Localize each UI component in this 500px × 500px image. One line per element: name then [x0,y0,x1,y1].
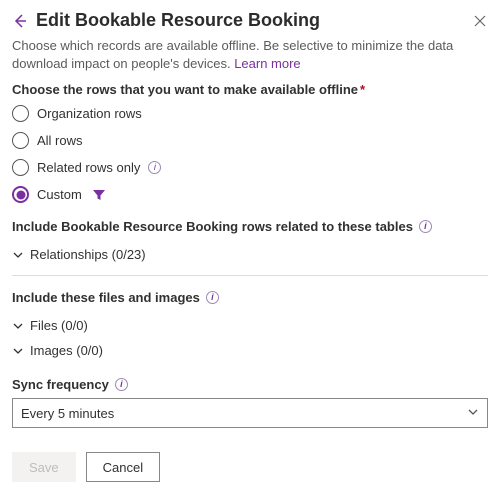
images-label: Images (0/0) [30,343,103,358]
files-expander[interactable]: Files (0/0) [12,313,488,338]
rows-radio-group: Organization rows All rows Related rows … [12,105,488,203]
files-images-label: Include these files and images i [12,290,488,305]
sync-frequency-select[interactable]: Every 5 minutes [12,398,488,428]
related-tables-label: Include Bookable Resource Booking rows r… [12,219,488,234]
files-images-label-text: Include these files and images [12,290,200,305]
edit-panel: Edit Bookable Resource Booking Choose wh… [0,0,500,482]
radio-label-organization[interactable]: Organization rows [37,106,142,121]
radio-organization[interactable] [12,105,29,122]
panel-description-text: Choose which records are available offli… [12,38,453,71]
chevron-down-icon [12,249,24,261]
radio-related[interactable] [12,159,29,176]
required-star: * [360,82,365,97]
radio-row-all[interactable]: All rows [12,132,488,149]
info-icon[interactable]: i [115,378,128,391]
radio-all[interactable] [12,132,29,149]
filter-icon[interactable] [92,188,106,202]
files-label: Files (0/0) [30,318,88,333]
radio-custom[interactable] [12,186,29,203]
radio-label-related[interactable]: Related rows only [37,160,140,175]
learn-more-link[interactable]: Learn more [234,56,300,71]
cancel-button[interactable]: Cancel [86,452,160,482]
info-icon[interactable]: i [206,291,219,304]
save-button: Save [12,452,76,482]
chevron-down-icon [12,320,24,332]
panel-description: Choose which records are available offli… [12,37,488,72]
back-icon[interactable] [12,13,28,29]
radio-row-related[interactable]: Related rows only i [12,159,488,176]
radio-row-custom[interactable]: Custom [12,186,488,203]
relationships-label: Relationships (0/23) [30,247,146,262]
chevron-down-icon [467,406,479,421]
rows-section-label-text: Choose the rows that you want to make av… [12,82,358,97]
related-tables-label-text: Include Bookable Resource Booking rows r… [12,219,413,234]
sync-frequency-label: Sync frequency i [12,377,488,392]
close-icon[interactable] [472,13,488,29]
radio-label-all[interactable]: All rows [37,133,83,148]
relationships-expander[interactable]: Relationships (0/23) [12,242,488,267]
info-icon[interactable]: i [148,161,161,174]
images-expander[interactable]: Images (0/0) [12,338,488,363]
sync-frequency-value: Every 5 minutes [21,406,114,421]
panel-header: Edit Bookable Resource Booking [12,10,488,31]
button-row: Save Cancel [12,452,488,482]
chevron-down-icon [12,345,24,357]
info-icon[interactable]: i [419,220,432,233]
rows-section-label: Choose the rows that you want to make av… [12,82,488,97]
divider [12,275,488,276]
radio-row-organization[interactable]: Organization rows [12,105,488,122]
sync-frequency-label-text: Sync frequency [12,377,109,392]
radio-label-custom[interactable]: Custom [37,187,82,202]
panel-title: Edit Bookable Resource Booking [36,10,472,31]
